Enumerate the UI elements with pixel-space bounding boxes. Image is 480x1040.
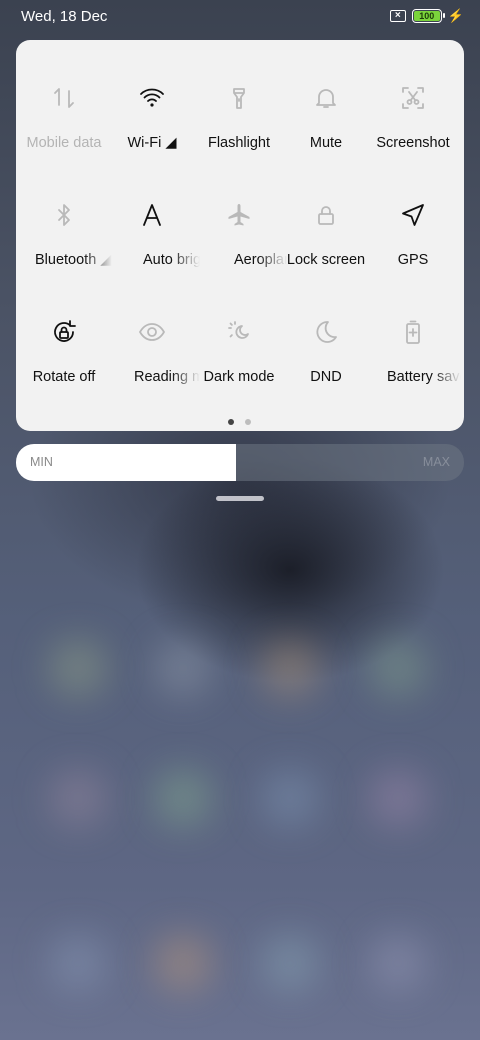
tile-lock-screen[interactable]: Lock screen [278, 201, 374, 301]
brightness-slider[interactable]: MIN MAX [16, 444, 464, 481]
tile-label: Auto brightness [143, 252, 200, 268]
rotate-lock-icon [50, 318, 78, 346]
gps-icon [399, 201, 427, 229]
background-app-blur [50, 640, 106, 696]
background-app-blur [262, 640, 318, 696]
tile-gps[interactable]: GPS [365, 201, 461, 301]
battery-icon: 100 [411, 9, 445, 23]
bell-icon [312, 84, 340, 112]
auto-brightness-icon [138, 201, 166, 229]
status-icons: × 100 ⚡ [389, 8, 464, 24]
background-app-blur [370, 640, 426, 696]
tile-rotate-off[interactable]: Rotate off [16, 318, 112, 418]
quick-settings-panel: Mobile data Wi-Fi ◢ Flashlight Mute Screensh… [16, 40, 464, 431]
tile-aeroplane-mode[interactable]: Aeroplane mode [191, 201, 287, 301]
tile-label: Screenshot [376, 135, 450, 151]
tile-label: Rotate off [32, 369, 96, 385]
tile-label: GPS [397, 252, 429, 268]
page-dot[interactable] [228, 419, 234, 425]
tile-label: Reading mode [134, 369, 200, 385]
tile-dnd[interactable]: DND [278, 318, 374, 418]
tile-battery-saver[interactable]: Battery saver [365, 318, 461, 418]
aeroplane-icon [225, 201, 253, 229]
background-app-blur [370, 935, 426, 991]
tile-label: Battery saver [387, 369, 461, 385]
flashlight-icon [225, 84, 253, 112]
drag-handle[interactable] [216, 496, 264, 501]
tile-mobile-data[interactable]: Mobile data [16, 84, 112, 184]
tile-label: Aeroplane mode [234, 252, 287, 268]
background-app-blur [50, 770, 106, 826]
no-sim-icon: × [389, 10, 406, 22]
mobile-data-icon [50, 84, 78, 112]
background-app-blur [155, 770, 211, 826]
screenshot-icon [399, 84, 427, 112]
tile-reading-mode[interactable]: Reading mode [104, 318, 200, 418]
status-bar: Wed, 18 Dec × 100 ⚡ [0, 0, 480, 32]
dark-mode-icon [225, 318, 253, 346]
tile-dark-mode[interactable]: Dark mode [191, 318, 287, 418]
tile-label: Wi-Fi ◢ [127, 135, 177, 151]
tile-auto-brightness[interactable]: Auto brightness [104, 201, 200, 301]
tile-wi-fi[interactable]: Wi-Fi ◢ [104, 84, 200, 184]
background-app-blur [155, 640, 211, 696]
eye-icon [138, 318, 166, 346]
background-app-blur [262, 935, 318, 991]
background-app-blur [262, 770, 318, 826]
page-indicator [16, 419, 464, 427]
battery-level: 100 [413, 11, 440, 21]
status-date: Wed, 18 Dec [21, 8, 108, 25]
tile-label: DND [310, 369, 342, 385]
lock-icon [312, 201, 340, 229]
tile-flashlight[interactable]: Flashlight [191, 84, 287, 184]
tile-label: Bluetooth ◢ [35, 252, 112, 268]
tile-label: Mute [309, 135, 343, 151]
tile-label: Lock screen [286, 252, 366, 268]
tile-label: Dark mode [203, 369, 275, 385]
brightness-max-label: MAX [422, 455, 450, 469]
tile-screenshot[interactable]: Screenshot [365, 84, 461, 184]
bluetooth-icon [50, 201, 78, 229]
background-app-blur [370, 770, 426, 826]
moon-icon [312, 318, 340, 346]
tile-label: Flashlight [207, 135, 271, 151]
tile-bluetooth[interactable]: Bluetooth ◢ [16, 201, 112, 301]
page-dot[interactable] [245, 419, 251, 425]
tile-mute[interactable]: Mute [278, 84, 374, 184]
wifi-icon [138, 84, 166, 112]
charging-bolt-icon: ⚡ [447, 8, 464, 23]
background-app-blur [50, 935, 106, 991]
tile-label: Mobile data [26, 135, 102, 151]
background-app-blur [155, 935, 211, 991]
brightness-min-label: MIN [30, 455, 53, 469]
battery-saver-icon [399, 318, 427, 346]
